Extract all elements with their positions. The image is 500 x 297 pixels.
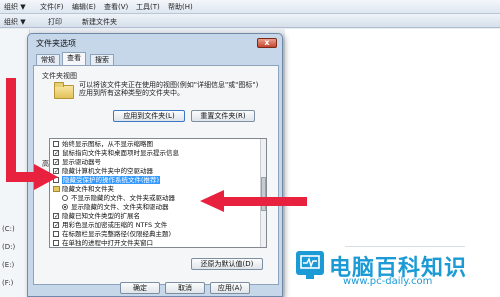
- red-arrow-right-icon: [34, 164, 58, 190]
- folder-icon: [54, 82, 74, 99]
- tab-view[interactable]: 查看: [62, 52, 86, 65]
- red-arrow-vertical: [6, 78, 16, 178]
- menu-file[interactable]: 文件(F): [40, 2, 64, 12]
- nav-drive-f[interactable]: (F:): [2, 279, 13, 287]
- reset-folders-button[interactable]: 重置文件夹(R): [191, 110, 255, 122]
- radio-button[interactable]: [62, 195, 68, 201]
- monitor-logo-icon: [296, 251, 324, 275]
- checkbox[interactable]: [53, 240, 59, 246]
- apply-to-folders-button[interactable]: 应用到文件夹(L): [113, 110, 185, 122]
- folder-view-label: 文件夹视图: [42, 72, 77, 80]
- nav-drive-e[interactable]: (E:): [2, 261, 14, 269]
- setting-group-hidden-files: 隐藏文件和文件夹: [50, 185, 262, 193]
- tab-general[interactable]: 常规: [36, 54, 60, 65]
- setting-hide-protected-os-files[interactable]: 隐藏受保护的操作系统文件(推荐): [50, 176, 262, 184]
- explorer-menu-bar: 组织 ▼ 文件(F) 编辑(E) 查看(V) 工具(T) 帮助(H): [0, 0, 500, 14]
- advanced-settings-list[interactable]: 始终显示图标，从不显示缩略图 ✓ 鼠标指向文件夹和桌面项时显示提示信息 ✓ 显示…: [49, 138, 267, 248]
- divider: [345, 246, 465, 247]
- setting-always-show-icons[interactable]: 始终显示图标，从不显示缩略图: [50, 140, 262, 148]
- close-button[interactable]: x: [257, 38, 277, 48]
- ok-button[interactable]: 确定: [120, 282, 160, 294]
- watermark-url: www.pc-daily.com: [343, 276, 433, 287]
- red-arrow-left-stem: [222, 197, 307, 206]
- menu-organize[interactable]: 组织 ▼: [4, 2, 26, 12]
- checkbox-checked[interactable]: ✓: [53, 150, 59, 157]
- setting-hide-empty-drives[interactable]: ✓ 隐藏计算机文件夹中的空驱动器: [50, 167, 262, 175]
- apply-button[interactable]: 应用(A): [210, 282, 250, 294]
- scrollbar[interactable]: [260, 139, 266, 247]
- monitor-stand: [306, 275, 314, 279]
- folder-view-description: 可以将该文件夹正在使用的视图(例如"详细信息"或"图标")应用到所有这种类型的文…: [79, 81, 259, 97]
- checkbox[interactable]: [53, 231, 59, 237]
- red-arrow-horizontal-stem: [6, 172, 36, 182]
- checkbox-checked[interactable]: ✓: [53, 222, 59, 229]
- menu-edit[interactable]: 编辑(E): [72, 2, 96, 12]
- menu-help[interactable]: 帮助(H): [168, 2, 193, 12]
- tab-search[interactable]: 搜索: [90, 54, 114, 65]
- setting-hide-extensions[interactable]: ✓ 隐藏已知文件类型的扩展名: [50, 212, 262, 220]
- restore-defaults-button[interactable]: 还原为默认值(D): [191, 258, 263, 270]
- command-print[interactable]: 打印: [48, 17, 62, 27]
- menu-view[interactable]: 查看(V): [104, 2, 128, 12]
- checkbox-checked[interactable]: ✓: [53, 213, 59, 220]
- setting-color-ntfs[interactable]: ✓ 用彩色显示加密或压缩的 NTFS 文件: [50, 221, 262, 229]
- setting-show-pop-up-tips[interactable]: ✓ 鼠标指向文件夹和桌面项时显示提示信息: [50, 149, 262, 157]
- command-organize[interactable]: 组织 ▼: [4, 17, 26, 27]
- setting-full-path-title[interactable]: 在标题栏显示完整路径(仅限经典主题): [50, 230, 262, 238]
- setting-show-drive-letters[interactable]: ✓ 显示驱动器号: [50, 158, 262, 166]
- nav-drive-c[interactable]: (C:): [2, 225, 15, 233]
- checkbox[interactable]: [53, 141, 59, 147]
- folder-options-dialog: 文件夹选项 x 常规 查看 搜索 文件夹视图 可以将该文件夹正在使用的视图(例如…: [27, 33, 283, 297]
- setting-separate-process[interactable]: 在单独的进程中打开文件夹窗口: [50, 239, 262, 247]
- cancel-button[interactable]: 取消: [165, 282, 205, 294]
- red-arrow-left-icon: [200, 190, 224, 212]
- explorer-command-bar: 组织 ▼ 打印 新建文件夹: [0, 14, 500, 28]
- command-new-folder[interactable]: 新建文件夹: [82, 17, 117, 27]
- dialog-title: 文件夹选项: [36, 39, 76, 48]
- nav-drive-d[interactable]: (D:): [2, 243, 15, 251]
- radio-button-selected[interactable]: [62, 204, 68, 210]
- menu-tools[interactable]: 工具(T): [136, 2, 160, 12]
